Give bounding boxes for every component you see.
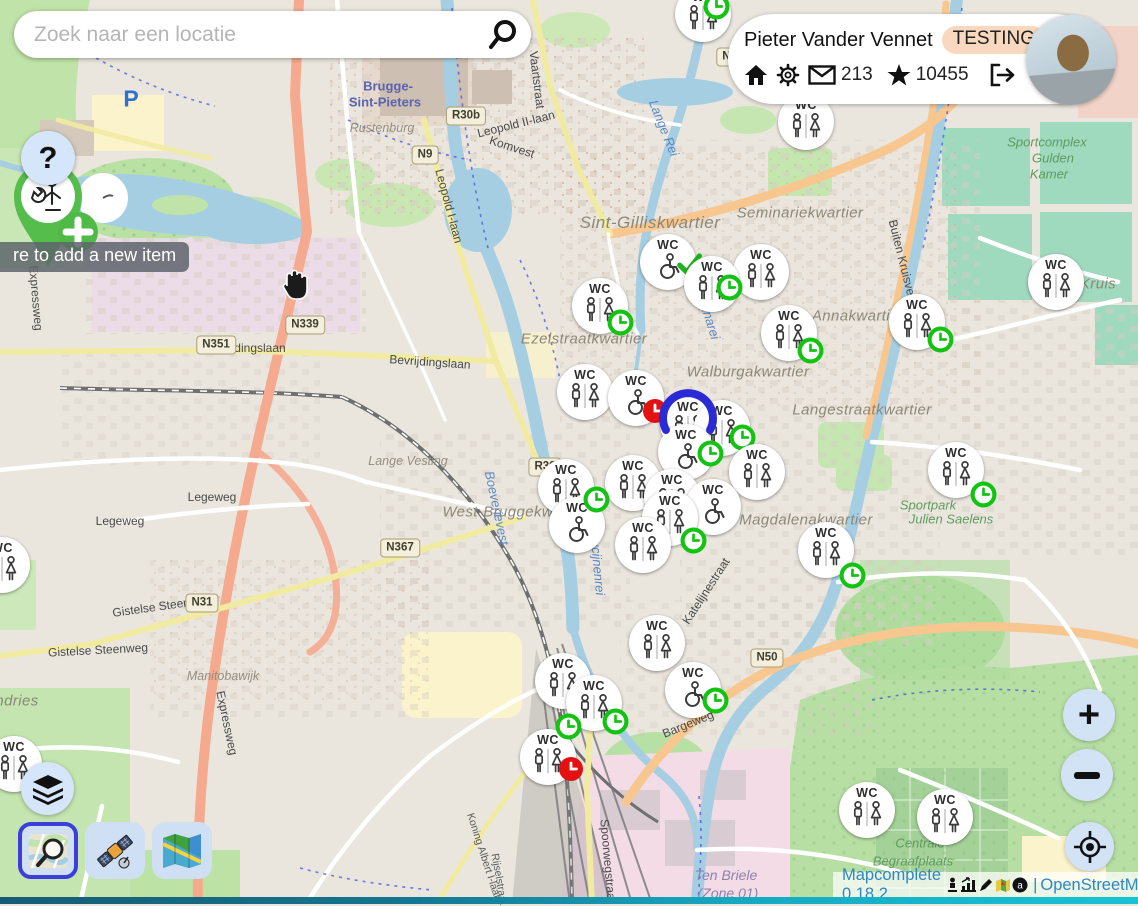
mail-icon	[808, 65, 836, 85]
wc-marker[interactable]: WC	[566, 675, 622, 731]
wc-label: WC	[750, 249, 772, 262]
wc-label: WC	[583, 680, 605, 693]
wc-marker[interactable]: WC	[520, 729, 576, 785]
zoom-out-button[interactable]	[1061, 749, 1113, 801]
wc-marker[interactable]: WC	[684, 256, 740, 312]
style-paper-map-button[interactable]	[152, 822, 212, 879]
stars-count: 10455	[916, 64, 969, 86]
messages-count: 213	[841, 64, 873, 86]
wc-marker[interactable]: WC	[839, 782, 895, 838]
wc-label: WC	[746, 449, 768, 462]
style-satellite-button[interactable]	[85, 822, 145, 879]
wc-marker[interactable]: WC	[615, 517, 671, 573]
wc-label: WC	[622, 460, 644, 473]
search-icon	[487, 19, 519, 51]
user-name: Pieter Vander Vennet	[744, 29, 933, 52]
add-item-tooltip: re to add a new item	[0, 242, 189, 272]
wc-label: WC	[815, 527, 837, 540]
attribution-icons: a	[946, 877, 1028, 893]
wc-label: WC	[692, 0, 714, 4]
attribution-separator: |	[1033, 876, 1037, 895]
wc-label: WC	[552, 658, 574, 671]
bottom-accent-bar	[0, 897, 1138, 904]
statue-icon[interactable]	[946, 877, 959, 893]
wc-label: WC	[711, 405, 733, 418]
wc-marker[interactable]: WC	[761, 305, 817, 361]
svg-text:a: a	[1017, 881, 1023, 892]
wc-label: WC	[945, 447, 967, 460]
star-icon	[887, 64, 911, 87]
wc-label: WC	[0, 542, 13, 555]
geolocate-button[interactable]	[1065, 822, 1114, 871]
satellite-icon	[94, 831, 136, 871]
wc-marker[interactable]: WC	[729, 444, 785, 500]
logout-button[interactable]	[989, 63, 1015, 87]
wc-marker[interactable]: WC	[733, 244, 789, 300]
user-avatar[interactable]	[1026, 15, 1116, 105]
wc-label: WC	[657, 239, 679, 252]
wc-label: WC	[934, 794, 956, 807]
messages-button[interactable]	[808, 65, 836, 85]
wc-label: WC	[677, 401, 699, 414]
changes-button[interactable]	[887, 64, 911, 87]
layers-button[interactable]	[21, 762, 74, 815]
search-button[interactable]	[485, 17, 521, 53]
wc-label: WC	[537, 734, 559, 747]
wc-marker[interactable]: WC	[889, 294, 945, 350]
search-input[interactable]	[32, 22, 485, 48]
gear-icon	[776, 63, 800, 87]
wc-label: WC	[675, 429, 697, 442]
wc-marker[interactable]: WC	[798, 522, 854, 578]
settings-button[interactable]	[776, 63, 800, 87]
pencil-icon[interactable]	[978, 877, 994, 893]
wc-label: WC	[632, 522, 654, 535]
wc-label: WC	[555, 464, 577, 477]
wc-label: WC	[702, 484, 724, 497]
help-button[interactable]: ?	[21, 131, 75, 185]
wc-label: WC	[661, 474, 683, 487]
background-layer-switcher	[18, 822, 212, 879]
wc-marker-wheelchair[interactable]: WC	[608, 370, 664, 426]
statistics-icon[interactable]	[960, 877, 977, 893]
wc-marker-wheelchair[interactable]: WC	[549, 497, 605, 553]
zoom-in-button[interactable]: +	[1063, 689, 1115, 741]
home-button[interactable]	[744, 64, 768, 86]
mastodon-icon[interactable]: a	[1012, 877, 1028, 893]
crosshair-icon	[1073, 830, 1107, 864]
wc-label: WC	[778, 310, 800, 323]
mini-map-icon[interactable]	[995, 878, 1011, 893]
wc-label: WC	[574, 369, 596, 382]
layers-icon	[31, 773, 65, 805]
wc-marker-wheelchair[interactable]: WC	[665, 662, 721, 718]
wc-marker[interactable]: WC	[917, 789, 973, 845]
wc-label: WC	[856, 787, 878, 800]
logout-icon	[989, 63, 1015, 87]
wc-label: WC	[1045, 259, 1067, 272]
wc-label: WC	[625, 375, 647, 388]
wc-marker[interactable]: WC	[928, 442, 984, 498]
wc-marker[interactable]: WC	[572, 278, 628, 334]
map-canvas[interactable]: Brugge-Sint-PietersRustenburgVaartstraat…	[0, 0, 1138, 904]
wc-marker[interactable]: WC	[1028, 254, 1084, 310]
openstreetmap-link[interactable]: OpenStreetMap	[1040, 876, 1138, 895]
minus-icon	[1074, 772, 1100, 779]
wc-label: WC	[701, 261, 723, 274]
wc-marker[interactable]: WC	[557, 364, 613, 420]
wc-label: WC	[659, 495, 681, 508]
wc-marker[interactable]: WC	[629, 615, 685, 671]
wc-label: WC	[682, 667, 704, 680]
osm-map-icon	[28, 832, 68, 870]
mapcomplete-app: Brugge-Sint-PietersRustenburgVaartstraat…	[0, 0, 1138, 904]
wc-label: WC	[3, 741, 25, 754]
folded-map-icon	[161, 832, 203, 870]
wc-label: WC	[566, 502, 588, 515]
attribution-bar: Mapcomplete 0.18.2 a | OpenStreetMap	[833, 872, 1138, 898]
wc-label: WC	[589, 283, 611, 296]
wc-label: WC	[906, 299, 928, 312]
search-box	[14, 11, 531, 58]
wc-label: WC	[646, 620, 668, 633]
home-icon	[744, 64, 768, 86]
style-osm-carto-button[interactable]	[18, 822, 78, 879]
hand-cursor-icon	[278, 266, 314, 304]
